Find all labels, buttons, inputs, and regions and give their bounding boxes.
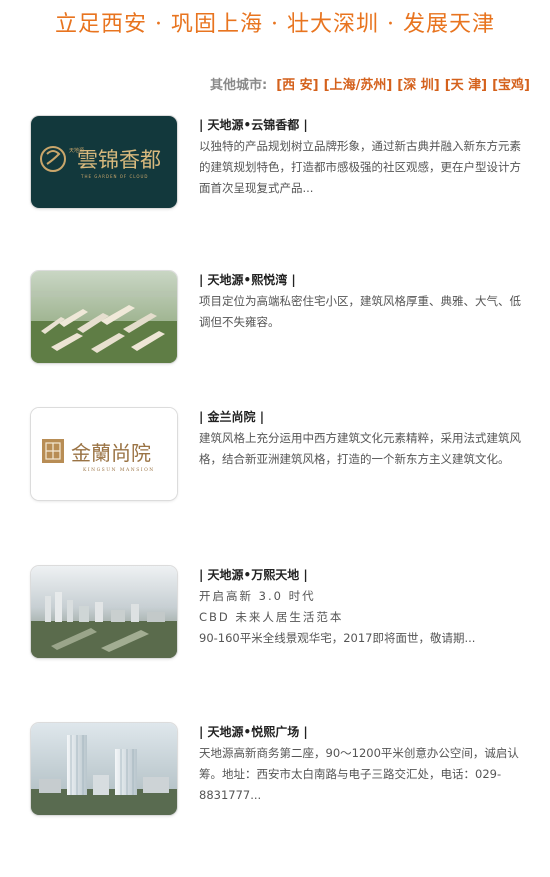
project-thumbnail-yuexi[interactable] [31, 723, 177, 815]
city-link-xian[interactable]: [西 安] [276, 74, 318, 93]
city-link-tianjin[interactable]: [天 津] [445, 74, 487, 93]
project-description: 以独特的产品规划树立品牌形象，通过新古典并融入新东方元素的建筑规划特色，打造都市… [199, 139, 521, 195]
project-thumbnail-jinlan[interactable]: 金蘭尚院 KINGSUN MANSION [31, 408, 177, 500]
project-thumbnail-yunjin[interactable]: 天地源 雲锦香都 THE GARDEN OF CLOUD [31, 116, 177, 208]
project-thumbnail-wanxi[interactable] [31, 566, 177, 658]
svg-text:THE GARDEN OF CLOUD: THE GARDEN OF CLOUD [80, 174, 149, 179]
svg-text:雲锦香都: 雲锦香都 [77, 148, 161, 172]
svg-text:金蘭尚院: 金蘭尚院 [71, 441, 151, 465]
project-item: | 天地源•悦熙广场 | 天地源高新商务第二座，90～1200平米创意办公空间，… [0, 723, 550, 823]
project-slogan: CBD 未来人居生活范本 [199, 610, 344, 624]
city-link-baoji[interactable]: [宝鸡] [492, 74, 530, 93]
project-title[interactable]: | 天地源•万熙天地 | [199, 566, 521, 584]
wanxi-aerial-image [31, 566, 177, 658]
other-cities-bar: 其他城市: [西 安] [上海/苏州] [深 圳] [天 津] [宝鸡] [210, 74, 530, 93]
project-title[interactable]: | 天地源•云锦香都 | [199, 116, 521, 134]
city-link-shanghai-suzhou[interactable]: [上海/苏州] [324, 74, 393, 93]
project-item: | 天地源•熙悦湾 | 项目定位为高端私密住宅小区，建筑风格厚重、典雅、大气、低… [0, 271, 550, 371]
other-cities-label: 其他城市: [210, 78, 268, 93]
project-thumbnail-xiyuewan[interactable] [31, 271, 177, 363]
project-title[interactable]: | 天地源•悦熙广场 | [199, 723, 521, 741]
project-description: 项目定位为高端私密住宅小区，建筑风格厚重、典雅、大气、低调但不失雍容。 [199, 294, 521, 329]
project-title[interactable]: | 天地源•熙悦湾 | [199, 271, 521, 289]
project-item: | 天地源•万熙天地 | 开启高新 3.0 时代 CBD 未来人居生活范本 90… [0, 566, 550, 666]
project-slogan: 开启高新 3.0 时代 [199, 589, 316, 603]
project-item: 金蘭尚院 KINGSUN MANSION | 金兰尚院 | 建筑风格上充分运用中… [0, 408, 550, 508]
project-item: 天地源 雲锦香都 THE GARDEN OF CLOUD | 天地源•云锦香都 … [0, 116, 550, 216]
project-title[interactable]: | 金兰尚院 | [199, 408, 521, 426]
jinlan-logo-image: 金蘭尚院 KINGSUN MANSION [31, 408, 177, 500]
project-description: 天地源高新商务第二座，90～1200平米创意办公空间，诚启认筹。地址：西安市太白… [199, 746, 519, 802]
project-description: 90-160平米全线景观华宅，2017即将面世，敬请期... [199, 631, 476, 645]
page-headline: 立足西安 · 巩固上海 · 壮大深圳 · 发展天津 [55, 12, 495, 37]
yuexi-plaza-image [31, 723, 177, 815]
yunjin-logo-image: 天地源 雲锦香都 THE GARDEN OF CLOUD [31, 116, 177, 208]
project-description: 建筑风格上充分运用中西方建筑文化元素精粹，采用法式建筑风格，结合新亚洲建筑风格，… [199, 431, 521, 466]
city-link-shenzhen[interactable]: [深 圳] [397, 74, 439, 93]
svg-text:KINGSUN MANSION: KINGSUN MANSION [83, 467, 155, 473]
xiyuewan-aerial-image [31, 271, 177, 363]
